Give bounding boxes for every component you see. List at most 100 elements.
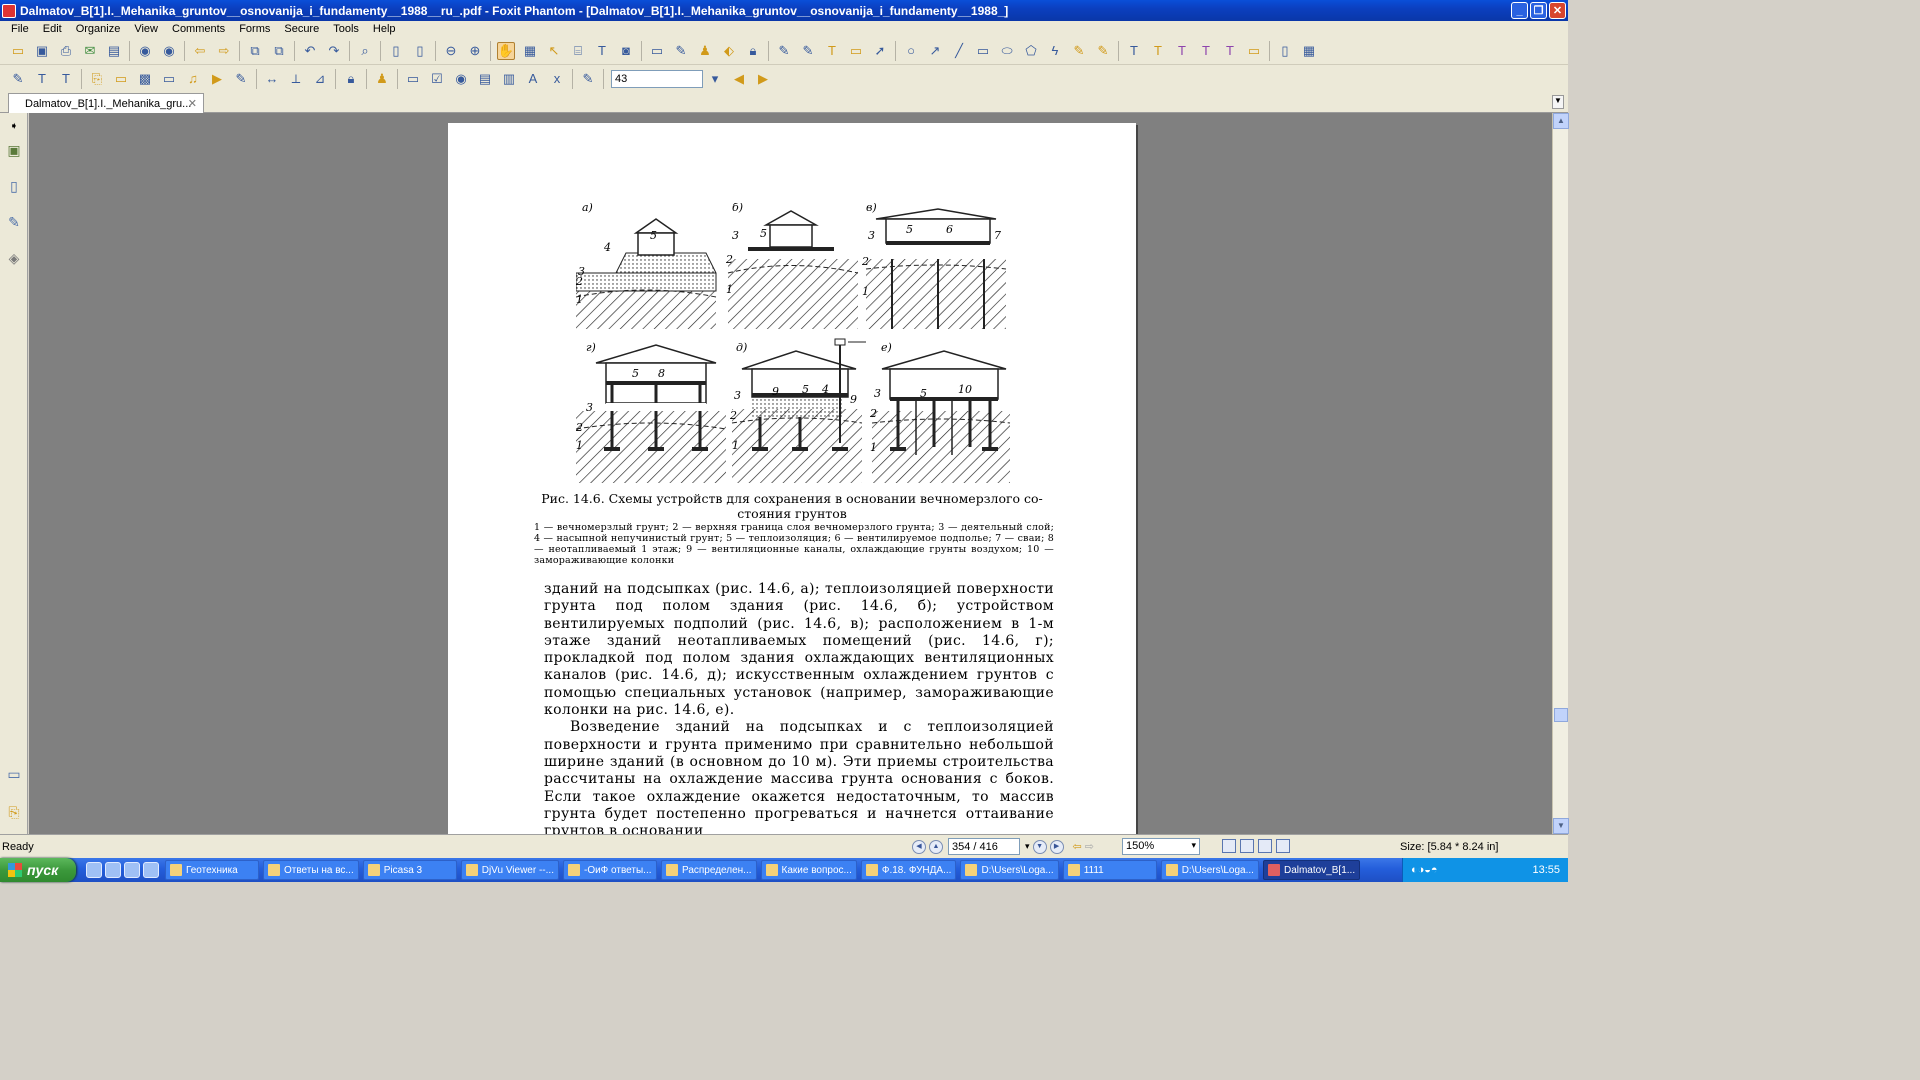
menu-tools[interactable]: Tools (326, 23, 366, 35)
zoom-out-icon[interactable]: ⊖ (442, 42, 460, 60)
checkbox-field-icon[interactable]: ☑ (428, 70, 446, 88)
select-tool-icon[interactable]: ↖ (545, 42, 563, 60)
taskbar-button[interactable]: D:\Users\Loga... (1160, 860, 1259, 880)
snapshot-icon[interactable]: ▦ (521, 42, 539, 60)
facing-view-icon[interactable] (1258, 839, 1272, 853)
taskbar-button[interactable]: Picasa 3 (362, 860, 457, 880)
dropdown-arrow-icon[interactable]: ▾ (706, 70, 724, 88)
taskbar-button[interactable]: Ф.18. ФУНДА... (860, 860, 957, 880)
menu-organize[interactable]: Organize (69, 23, 128, 35)
pages-icon[interactable]: ▯ (5, 175, 23, 197)
layers-icon[interactable]: ✎ (5, 211, 23, 233)
security-lock-icon[interactable]: 🔒︎ (342, 70, 360, 88)
stamp-tool-icon[interactable]: ♟ (373, 70, 391, 88)
form-edit-icon[interactable]: ✎ (799, 42, 817, 60)
list-field-icon[interactable]: ▥ (500, 70, 518, 88)
polygon-tool-icon[interactable]: ⬠ (1022, 42, 1040, 60)
zoom-select[interactable]: 150% ▾ (1122, 838, 1200, 855)
cloud-tool-icon[interactable]: ϟ (1046, 42, 1064, 60)
vertical-scrollbar[interactable]: ▲ ▼ (1552, 113, 1569, 834)
tab-list-arrow-icon[interactable]: ▼ (1552, 95, 1564, 109)
email-icon[interactable]: ✉ (81, 42, 99, 60)
highlight-text-icon[interactable]: T (1149, 42, 1167, 60)
taskbar-button[interactable]: Геотехника (165, 860, 259, 880)
strikeout-icon[interactable]: T (1173, 42, 1191, 60)
edit-icon[interactable]: ✎ (672, 42, 690, 60)
comment-icon[interactable]: ▭ (847, 42, 865, 60)
menu-forms[interactable]: Forms (232, 23, 277, 35)
next-result-icon[interactable]: ▶ (754, 70, 772, 88)
taskbar-button[interactable]: Какие вопрос... (760, 860, 857, 880)
link-icon[interactable]: ▭ (160, 70, 178, 88)
taskbar-button[interactable]: -ОиФ ответы... (562, 860, 657, 880)
signature-icon[interactable]: ✎ (232, 70, 250, 88)
folder-attach-icon[interactable]: ▭ (112, 70, 130, 88)
attachments-panel-icon[interactable]: ⎘ (5, 801, 23, 823)
video-icon[interactable]: ▶ (208, 70, 226, 88)
image-icon[interactable]: ▩ (136, 70, 154, 88)
previous-view-icon[interactable]: ⇦ (1073, 840, 1082, 853)
arrow-line-icon[interactable]: ↗ (926, 42, 944, 60)
pencil-icon[interactable]: ✎ (1070, 42, 1088, 60)
measure-distance-icon[interactable]: ↔ (263, 70, 281, 88)
fit-page-icon[interactable]: ▯ (387, 42, 405, 60)
single-page-view-icon[interactable] (1222, 839, 1236, 853)
text-box-icon[interactable]: T (1125, 42, 1143, 60)
typewriter-icon[interactable]: T (823, 42, 841, 60)
expand-panel-icon[interactable]: ➧ (5, 115, 23, 137)
scroll-thumb[interactable] (1554, 708, 1568, 722)
forward-arrow-icon[interactable]: ⇨ (215, 42, 233, 60)
taskbar-button[interactable]: Ответы на вс... (263, 860, 359, 880)
taskbar-button[interactable]: 1111 (1062, 860, 1157, 880)
scroll-up-icon[interactable]: ▲ (1553, 113, 1569, 129)
start-button[interactable]: пуск (0, 858, 76, 882)
last-page-icon[interactable]: ▶ (1049, 839, 1064, 854)
tag-icon[interactable]: ⬖ (720, 42, 738, 60)
measure-perimeter-icon[interactable]: ⟂ (287, 70, 305, 88)
taskbar-button[interactable]: Распределен... (660, 860, 757, 880)
screen-icon[interactable]: ▭ (648, 42, 666, 60)
find-icon[interactable]: ⌸ (569, 42, 587, 60)
underline-icon[interactable]: T (1197, 42, 1215, 60)
menu-help[interactable]: Help (366, 23, 403, 35)
zoom-dropdown-icon[interactable]: ▾ (1191, 840, 1196, 851)
taskbar-button[interactable]: D:\Users\Loga... (960, 860, 1059, 880)
continuous-view-icon[interactable] (1240, 839, 1254, 853)
next-view-icon[interactable]: ⇨ (1085, 840, 1094, 853)
formula-icon[interactable]: x (548, 70, 566, 88)
quick-launch-icon[interactable] (124, 862, 140, 878)
menu-secure[interactable]: Secure (277, 23, 326, 35)
attachment-icon[interactable]: ⎘ (88, 70, 106, 88)
measure-area-icon[interactable]: ⊿ (311, 70, 329, 88)
circle-tool-icon[interactable]: ○ (902, 42, 920, 60)
note-edit-icon[interactable]: ✎ (775, 42, 793, 60)
close-tab-icon[interactable]: ✕ (188, 97, 197, 110)
back-arrow-icon[interactable]: ⇦ (191, 42, 209, 60)
font-size-input[interactable] (611, 69, 703, 88)
edit-document-icon[interactable]: ✎ (9, 70, 27, 88)
textfield-icon[interactable]: A (524, 70, 542, 88)
page-number-input[interactable] (948, 838, 1020, 855)
scan-icon[interactable]: ▤ (105, 42, 123, 60)
menu-edit[interactable]: Edit (36, 23, 69, 35)
signatures-icon[interactable]: ◈ (5, 247, 23, 269)
redo-icon[interactable]: ↷ (325, 42, 343, 60)
maximize-button[interactable]: ❐ (1530, 2, 1547, 19)
open-folder-icon[interactable]: ▭ (9, 42, 27, 60)
zoom-tool-icon[interactable]: ⌕ (356, 42, 374, 60)
button-field-icon[interactable]: ▭ (404, 70, 422, 88)
lock-icon[interactable]: 🔒︎ (744, 42, 762, 60)
combo-field-icon[interactable]: ▤ (476, 70, 494, 88)
prev-result-icon[interactable]: ◀ (730, 70, 748, 88)
text-select-icon[interactable]: T (593, 42, 611, 60)
quick-launch-icon[interactable] (86, 862, 102, 878)
prev-page-icon[interactable]: ▲ (929, 839, 943, 854)
taskbar-button-active[interactable]: Dalmatov_B[1... (1262, 860, 1361, 880)
menu-comments[interactable]: Comments (165, 23, 232, 35)
menu-file[interactable]: File (4, 23, 36, 35)
taskbar-button[interactable]: DjVu Viewer --... (460, 860, 559, 880)
print-icon[interactable]: ⎙ (57, 42, 75, 60)
callout-icon[interactable]: ▭ (1245, 42, 1263, 60)
line-tool-icon[interactable]: ╱ (950, 42, 968, 60)
scroll-down-icon[interactable]: ▼ (1553, 818, 1569, 834)
